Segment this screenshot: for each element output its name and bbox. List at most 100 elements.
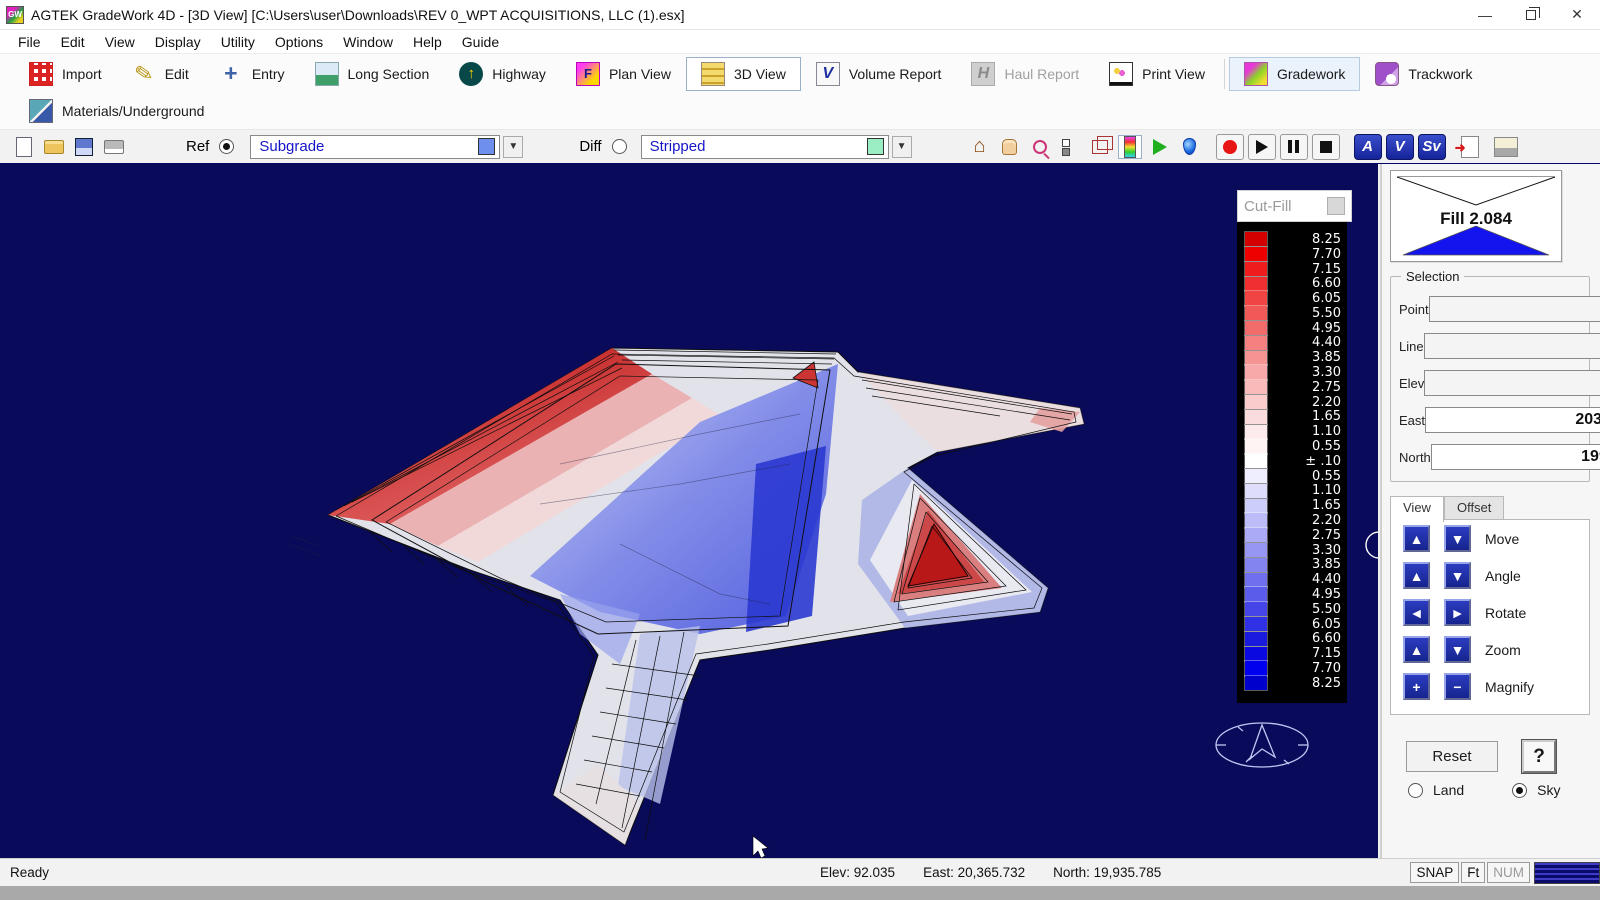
pan-button[interactable]	[998, 135, 1022, 159]
long-section-button[interactable]: Long Section	[300, 57, 445, 91]
plan-view-icon: F	[576, 62, 600, 86]
restore-icon	[1526, 10, 1536, 20]
menu-window[interactable]: Window	[333, 32, 403, 52]
legend-entry: 4.40	[1245, 336, 1343, 351]
auto-button[interactable]: A	[1354, 134, 1382, 160]
sky-radio[interactable]	[1512, 783, 1527, 798]
legend-entry: 0.55	[1245, 469, 1343, 484]
materials-underground-button[interactable]: Materials/Underground	[14, 94, 219, 128]
ref-color-swatch	[478, 138, 495, 155]
legend-color-swatch	[1245, 247, 1267, 261]
background-mode-row: Land Sky	[1408, 782, 1561, 798]
entry-button[interactable]: + Entry	[204, 57, 300, 91]
haul-report-button[interactable]: H Haul Report	[956, 57, 1094, 91]
restore-button[interactable]	[1508, 0, 1554, 30]
snap-toggle[interactable]: SNAP	[1410, 862, 1459, 883]
magnify-minus-button[interactable]: −	[1444, 673, 1471, 700]
pause-icon	[1288, 140, 1299, 153]
diff-radio[interactable]	[612, 139, 627, 154]
print-button[interactable]	[102, 135, 126, 159]
menu-guide[interactable]: Guide	[452, 32, 509, 52]
menu-display[interactable]: Display	[145, 32, 211, 52]
tab-view[interactable]: View	[1390, 496, 1444, 522]
trackwork-button[interactable]: Trackwork	[1360, 57, 1487, 91]
print-view-button[interactable]: Print View	[1094, 57, 1220, 91]
new-file-icon	[16, 137, 32, 157]
magnify-plus-button[interactable]: +	[1403, 673, 1430, 700]
cutfill-colorbar-button[interactable]	[1118, 135, 1142, 159]
view-button[interactable]: V	[1386, 134, 1414, 160]
legend-color-swatch	[1245, 365, 1267, 379]
menu-utility[interactable]: Utility	[211, 32, 265, 52]
save-view-button[interactable]: Sv	[1418, 134, 1446, 160]
save-button[interactable]	[72, 135, 96, 159]
zoom-select-button[interactable]	[1028, 135, 1052, 159]
record-button[interactable]	[1216, 134, 1244, 160]
snapshot-button[interactable]	[1494, 135, 1518, 159]
printer-icon	[104, 140, 124, 154]
legend-title-bar[interactable]: Cut-Fill	[1237, 190, 1352, 222]
cutfill-legend-window[interactable]: Cut-Fill 8.257.707.156.606.055.504.954.4…	[1237, 190, 1352, 703]
stop-button[interactable]	[1312, 134, 1340, 160]
play-button[interactable]	[1248, 134, 1276, 160]
menu-edit[interactable]: Edit	[51, 32, 95, 52]
tab-offset[interactable]: Offset	[1444, 496, 1504, 520]
angle-up-button[interactable]: ▲	[1403, 562, 1430, 589]
3d-view-button[interactable]: 3D View	[686, 57, 801, 91]
menu-view[interactable]: View	[95, 32, 145, 52]
highway-button[interactable]: ↑ Highway	[444, 57, 561, 91]
zoom-out-button[interactable]: ▼	[1444, 636, 1471, 663]
menu-help[interactable]: Help	[403, 32, 452, 52]
sky-label: Sky	[1537, 782, 1560, 798]
drive-sim-button[interactable]	[1148, 135, 1172, 159]
ref-surface-combo[interactable]: Subgrade	[250, 135, 500, 159]
export-pdf-button[interactable]	[1458, 135, 1482, 159]
legend-entry: 6.05	[1245, 291, 1343, 306]
regions-button[interactable]	[1088, 135, 1112, 159]
rotate-right-button[interactable]: ►	[1444, 599, 1471, 626]
3d-viewport[interactable]: Cut-Fill 8.257.707.156.606.055.504.954.4…	[0, 164, 1378, 858]
pause-button[interactable]	[1280, 134, 1308, 160]
new-file-button[interactable]	[12, 135, 36, 159]
ref-dropdown-button[interactable]: ▼	[503, 136, 523, 158]
legend-options-button[interactable]	[1327, 197, 1345, 215]
north-field[interactable]	[1431, 444, 1600, 470]
legend-color-swatch	[1245, 395, 1267, 409]
angle-down-button[interactable]: ▼	[1444, 562, 1471, 589]
elev-field[interactable]	[1424, 370, 1600, 396]
rotate-left-button[interactable]: ◄	[1403, 599, 1430, 626]
water-button[interactable]	[1178, 135, 1202, 159]
land-label: Land	[1433, 782, 1464, 798]
menu-options[interactable]: Options	[265, 32, 333, 52]
haul-report-icon: H	[971, 62, 995, 86]
land-radio[interactable]	[1408, 783, 1423, 798]
home-view-button[interactable]: ⌂	[968, 135, 992, 159]
reset-button[interactable]: Reset	[1406, 741, 1498, 772]
volume-report-button[interactable]: V Volume Report	[801, 57, 957, 91]
diff-dropdown-button[interactable]: ▼	[892, 136, 912, 158]
east-field[interactable]	[1425, 407, 1600, 433]
legend-color-swatch	[1245, 484, 1267, 498]
resize-grip[interactable]	[1534, 862, 1600, 884]
move-up-button[interactable]: ▲	[1403, 525, 1430, 552]
open-file-button[interactable]	[42, 135, 66, 159]
overlapping-rectangles-icon	[1092, 140, 1108, 154]
gradework-button[interactable]: Gradework	[1229, 57, 1360, 91]
menu-file[interactable]: File	[8, 32, 51, 52]
import-button[interactable]: Import	[14, 57, 117, 91]
plan-view-button[interactable]: F Plan View	[561, 57, 686, 91]
existing-design-button[interactable]	[1058, 135, 1082, 159]
line-field[interactable]	[1424, 333, 1600, 359]
point-field[interactable]	[1429, 296, 1600, 322]
help-button[interactable]: ?	[1522, 740, 1556, 773]
minimize-button[interactable]: —	[1462, 0, 1508, 30]
edit-button[interactable]: ✎ Edit	[117, 57, 204, 91]
move-label: Move	[1485, 531, 1519, 547]
close-button[interactable]: ✕	[1554, 0, 1600, 30]
zoom-in-button[interactable]: ▲	[1403, 636, 1430, 663]
units-toggle[interactable]: Ft	[1461, 862, 1485, 883]
move-down-button[interactable]: ▼	[1444, 525, 1471, 552]
legend-entry: 7.70	[1245, 661, 1343, 676]
diff-surface-combo[interactable]: Stripped	[641, 135, 889, 159]
ref-radio[interactable]	[219, 139, 234, 154]
